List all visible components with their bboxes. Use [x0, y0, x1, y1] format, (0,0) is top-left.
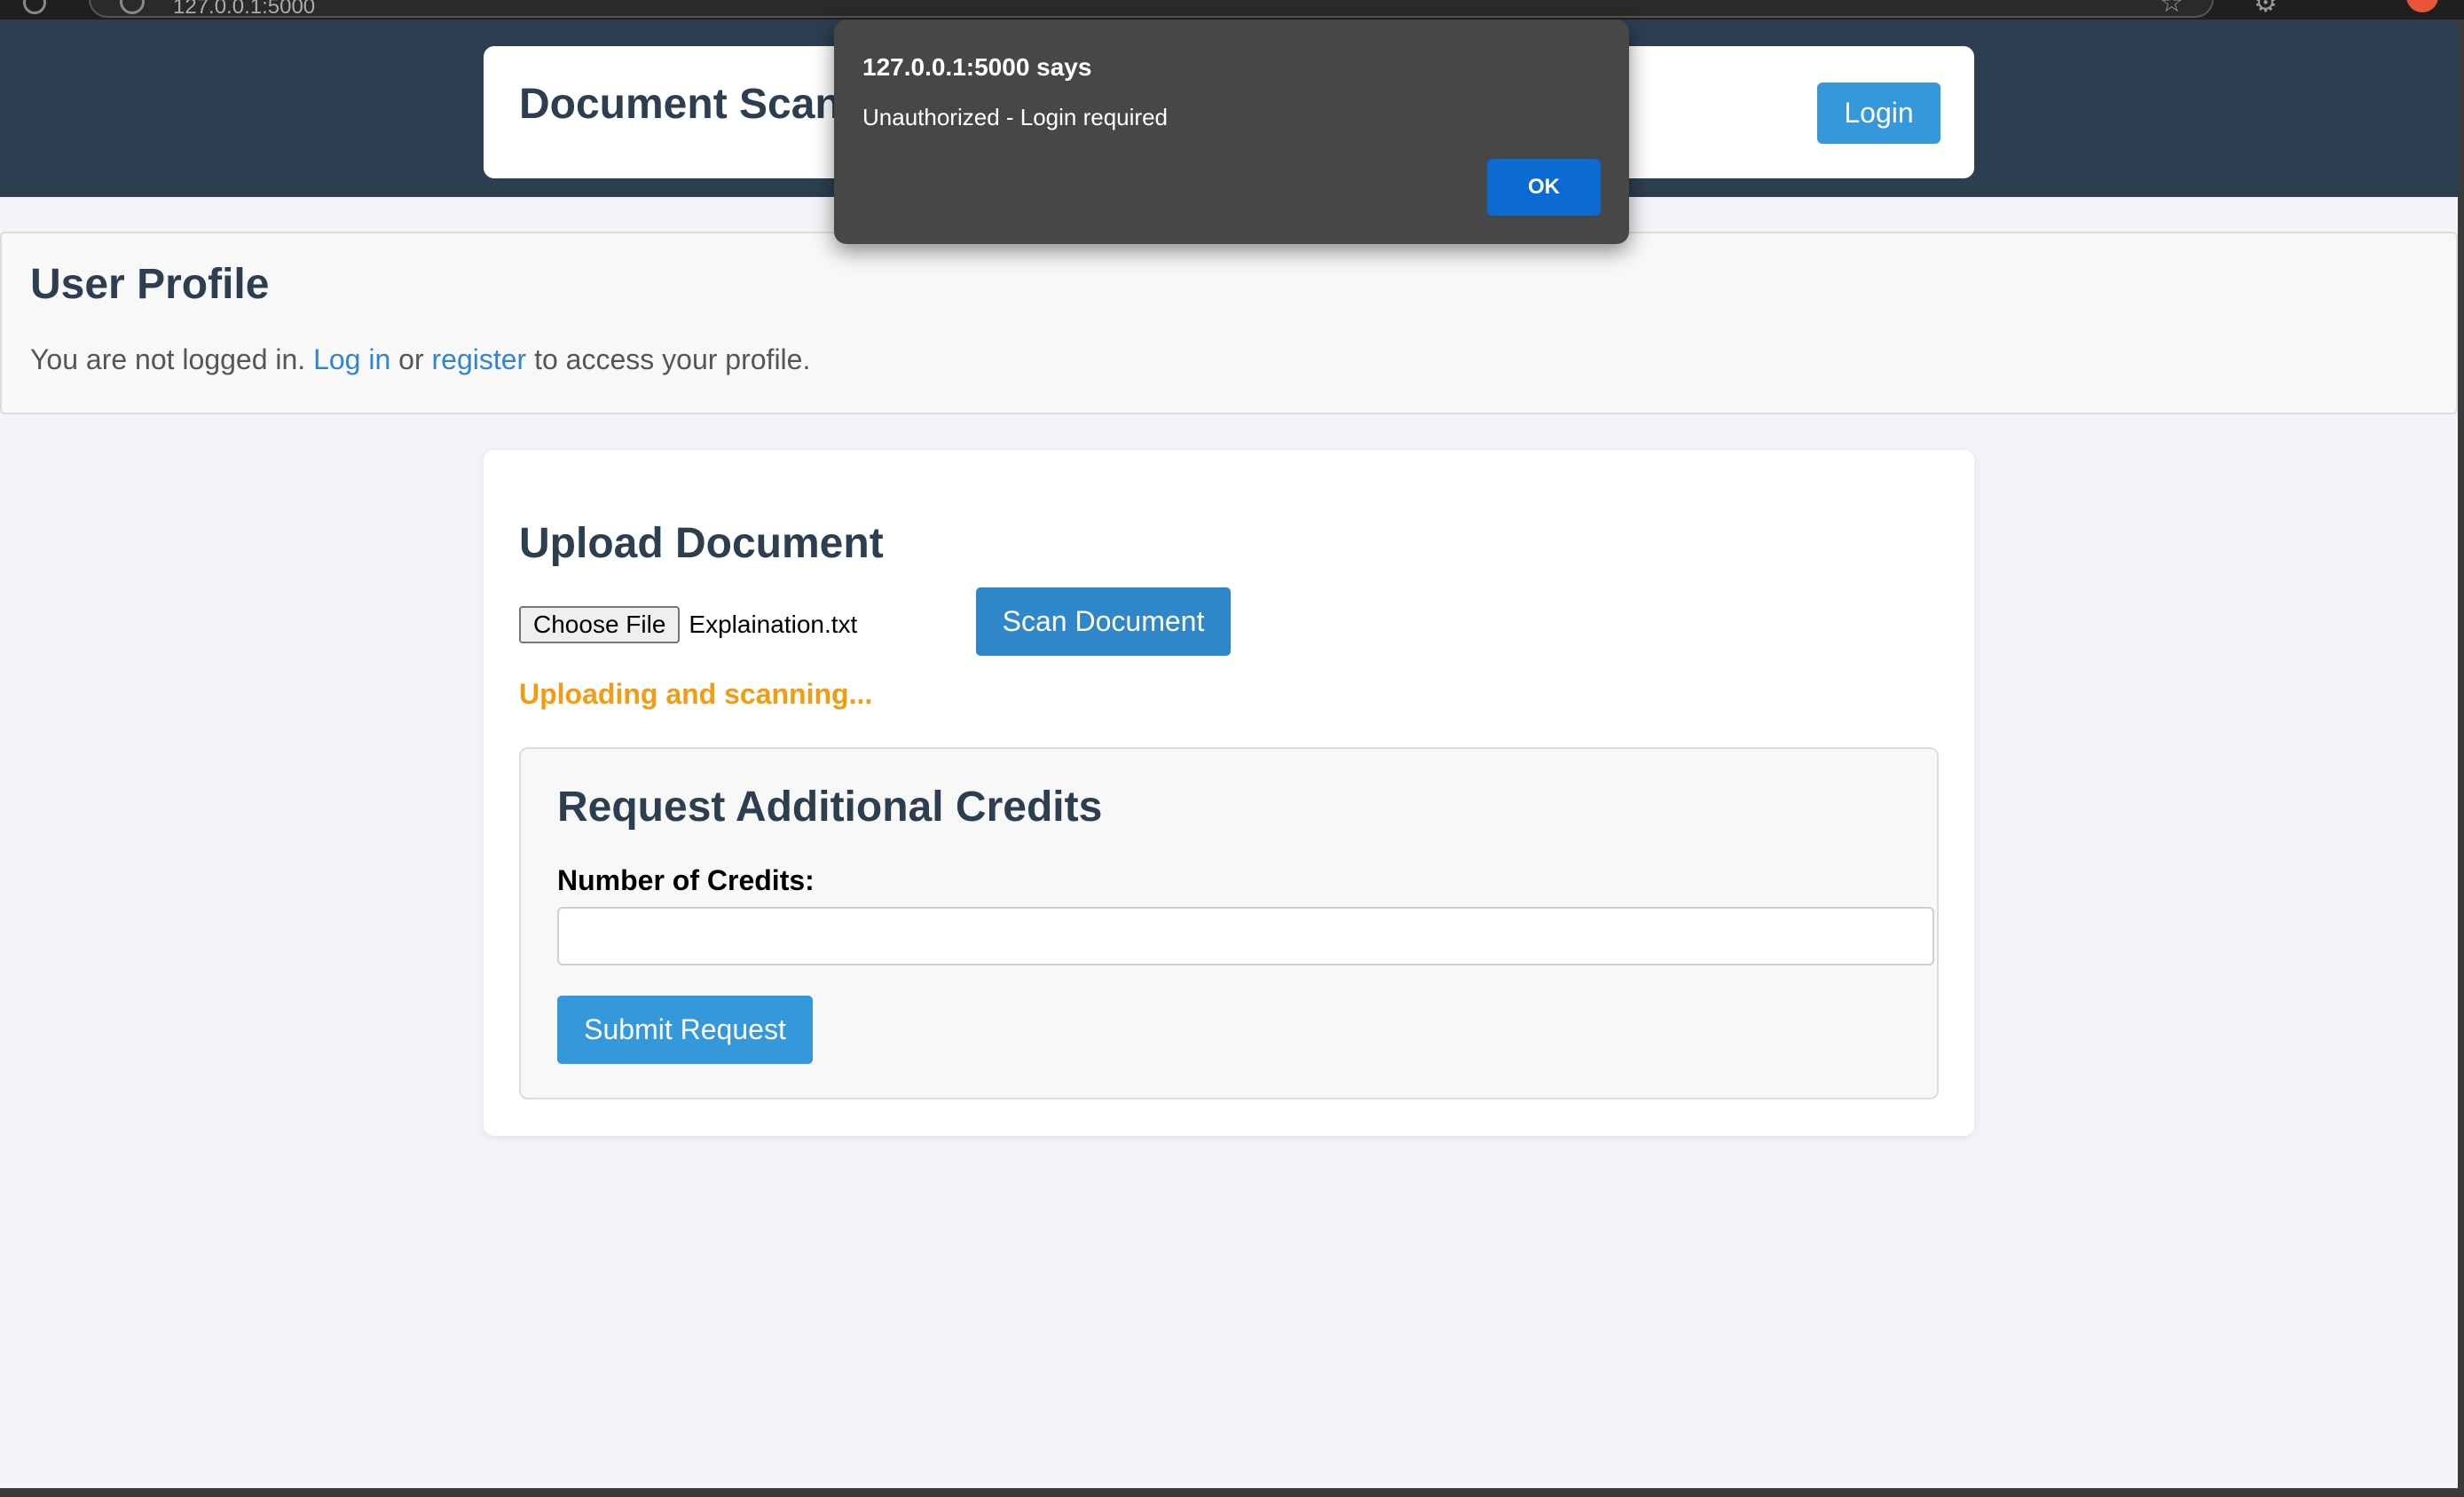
alert-dialog: 127.0.0.1:5000 says Unauthorized - Login…	[834, 20, 1629, 244]
browser-chrome: 127.0.0.1:5000 ☆ ⚙	[0, 0, 2464, 20]
register-link[interactable]: register	[432, 343, 527, 375]
address-bar[interactable]	[89, 0, 2214, 18]
profile-message: You are not logged in. Log in or registe…	[30, 343, 810, 376]
profile-text-after: to access your profile.	[526, 343, 811, 375]
profile-title: User Profile	[30, 261, 270, 308]
extensions-icon[interactable]: ⚙	[2254, 0, 2278, 19]
selected-file-name: Explaination.txt	[689, 611, 858, 638]
upload-status: Uploading and scanning...	[519, 678, 873, 710]
file-picker: Choose File Explaination.txt	[519, 605, 857, 644]
credits-input[interactable]	[557, 907, 1934, 965]
upload-title: Upload Document	[519, 520, 884, 567]
credits-request-section: Request Additional Credits Number of Cre…	[519, 747, 1939, 1099]
reload-icon[interactable]	[23, 0, 46, 14]
submit-request-button[interactable]: Submit Request	[557, 996, 813, 1064]
credits-label: Number of Credits:	[557, 864, 815, 896]
dialog-title: 127.0.0.1:5000 says	[862, 53, 1092, 81]
upload-card: Upload Document Choose File Explaination…	[484, 450, 1974, 1136]
window-edge	[2458, 20, 2464, 1488]
choose-file-button[interactable]: Choose File	[519, 606, 681, 643]
window-bottom-edge	[0, 1488, 2464, 1497]
login-button[interactable]: Login	[1817, 83, 1940, 144]
dialog-ok-button[interactable]: OK	[1487, 159, 1601, 216]
profile-text-middle: or	[390, 343, 432, 375]
user-profile-section: User Profile You are not logged in. Log …	[0, 232, 2458, 414]
dialog-message: Unauthorized - Login required	[862, 104, 1168, 130]
bookmark-star-icon[interactable]: ☆	[2160, 0, 2184, 19]
profile-avatar[interactable]	[2406, 0, 2438, 12]
profile-text-before: You are not logged in.	[30, 343, 314, 375]
login-link[interactable]: Log in	[313, 343, 390, 375]
credits-title: Request Additional Credits	[557, 784, 1103, 831]
scan-document-button[interactable]: Scan Document	[976, 587, 1231, 656]
address-bar-text[interactable]: 127.0.0.1:5000	[173, 0, 315, 20]
